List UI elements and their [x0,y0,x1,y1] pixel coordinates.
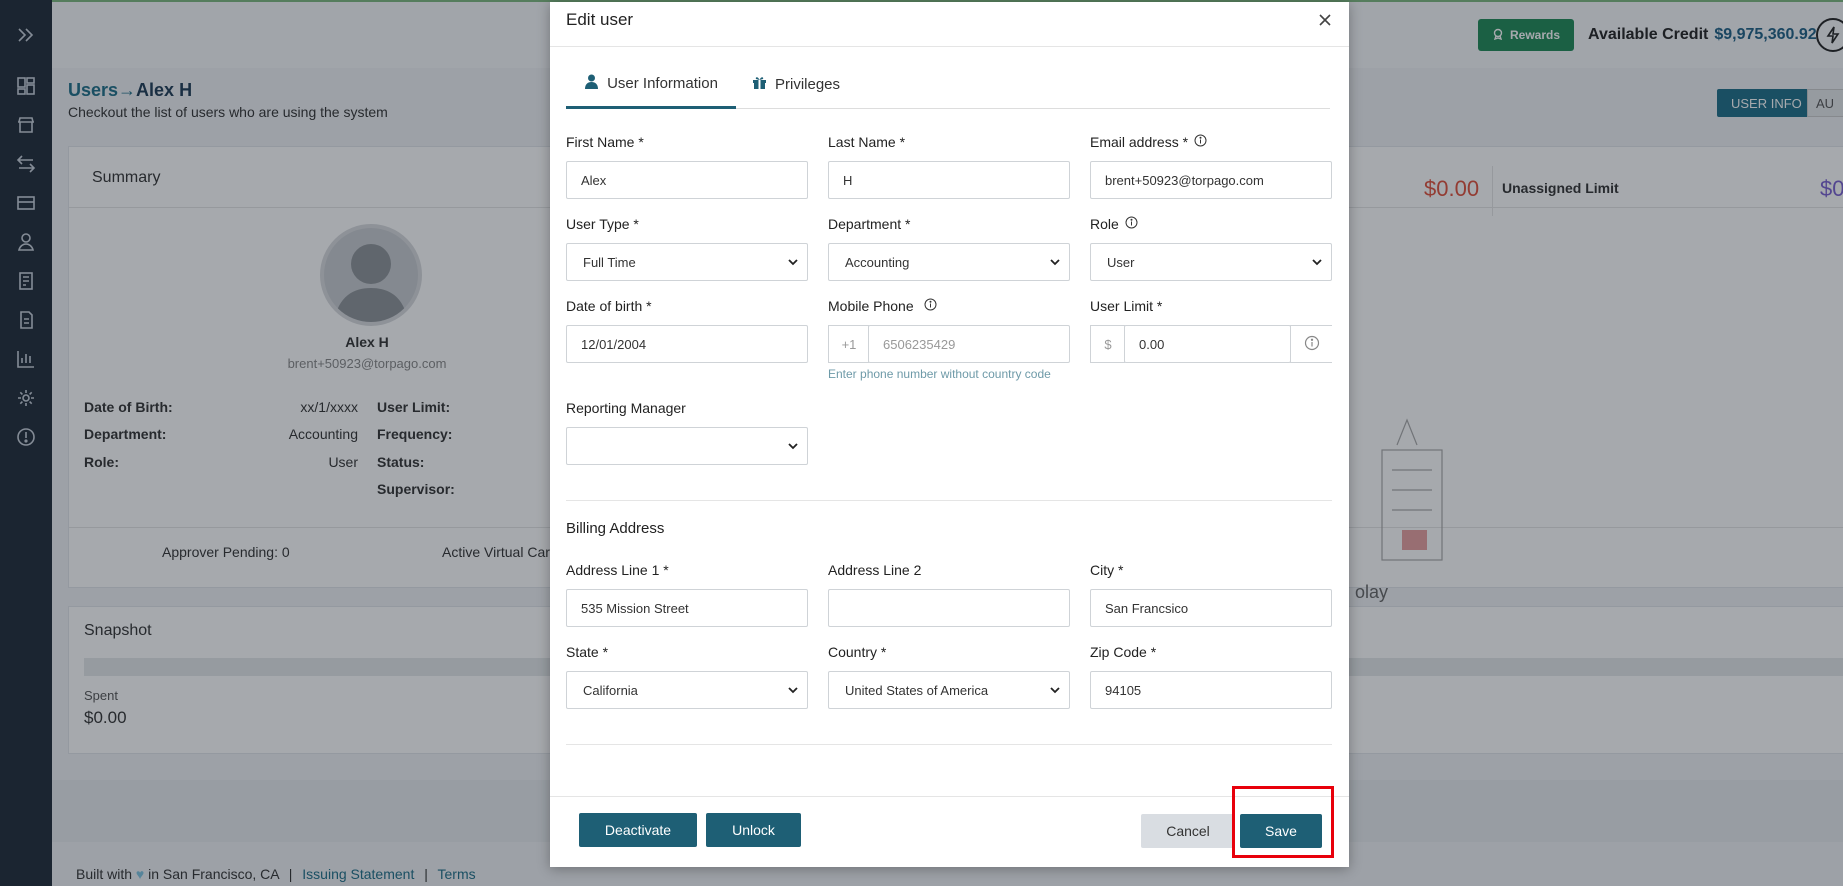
modal-title: Edit user [566,10,634,29]
country-value: United States of America [845,682,989,698]
divider [566,744,1332,745]
address2-input[interactable] [828,589,1070,627]
mobile-phone-input[interactable] [868,325,1070,363]
state-label-text: State * [566,644,609,660]
gift-icon [752,75,767,94]
role-value: User [1107,254,1135,270]
user-type-label-text: User Type * [566,216,639,232]
modal-footer-divider [550,796,1349,797]
chevron-down-icon [1311,256,1323,271]
user-type-select[interactable]: Full Time [566,243,808,281]
department-label: Department * [828,216,910,232]
chevron-down-icon [1049,256,1061,271]
tab-privileges-label: Privileges [775,75,841,93]
role-label: Role [1090,216,1138,232]
user-type-value: Full Time [583,254,636,270]
mobile-phone-label: Mobile Phone [828,298,937,314]
address1-label: Address Line 1 * [566,562,669,578]
chevron-down-icon [787,684,799,699]
mobile-phone-hint: Enter phone number without country code [828,367,1051,381]
department-value: Accounting [845,254,910,270]
tab-user-information[interactable]: User Information [566,60,736,109]
first-name-input[interactable] [566,161,808,199]
user-type-label: User Type * [566,216,639,232]
edit-user-modal: Edit user User Information Privileges Fi… [550,2,1349,867]
country-code-prefix: +1 [828,325,869,363]
last-name-input[interactable] [828,161,1070,199]
zip-label-text: Zip Code * [1090,644,1157,660]
address1-label-text: Address Line 1 * [566,562,669,578]
mobile-phone-label-text: Mobile Phone [828,298,914,314]
cancel-button[interactable]: Cancel [1141,814,1235,848]
last-name-label: Last Name * [828,134,905,150]
address2-label: Address Line 2 [828,562,921,578]
user-icon [584,74,599,93]
deactivate-button[interactable]: Deactivate [579,813,697,847]
zip-label: Zip Code * [1090,644,1156,660]
currency-prefix: $ [1090,325,1125,363]
email-input[interactable] [1090,161,1332,199]
modal-header: Edit user [550,2,1349,47]
user-limit-label: User Limit * [1090,298,1162,314]
state-select[interactable]: California [566,671,808,709]
role-select[interactable]: User [1090,243,1332,281]
country-select[interactable]: United States of America [828,671,1070,709]
modal-tabs: User Information Privileges [566,60,1330,109]
reporting-manager-label: Reporting Manager [566,400,686,416]
city-label-text: City * [1090,562,1124,578]
tab-privileges[interactable]: Privileges [752,60,840,108]
dob-input[interactable] [566,325,808,363]
close-icon [1313,14,1337,35]
last-name-label-text: Last Name * [828,134,906,150]
country-label: Country * [828,644,886,660]
department-label-text: Department * [828,216,911,232]
department-select[interactable]: Accounting [828,243,1070,281]
zip-input[interactable] [1090,671,1332,709]
role-label-text: Role [1090,216,1119,232]
first-name-label: First Name * [566,134,644,150]
divider [566,500,1332,501]
chevron-down-icon [787,256,799,271]
save-highlight-annotation [1232,786,1334,858]
chevron-down-icon [787,440,799,455]
email-label-text: Email address * [1090,134,1189,150]
state-label: State * [566,644,608,660]
info-icon [1304,335,1320,354]
user-limit-input[interactable] [1124,325,1291,363]
close-button[interactable] [1313,8,1337,32]
email-label: Email address * [1090,134,1207,150]
address1-input[interactable] [566,589,808,627]
first-name-label-text: First Name * [566,134,644,150]
info-icon[interactable] [1125,216,1138,232]
tab-user-information-label: User Information [607,74,718,92]
reporting-manager-label-text: Reporting Manager [566,400,686,416]
dob-label: Date of birth * [566,298,652,314]
info-icon[interactable] [1194,134,1207,150]
state-value: California [583,682,638,698]
chevron-down-icon [1049,684,1061,699]
country-label-text: Country * [828,644,887,660]
info-icon[interactable] [924,298,937,314]
reporting-manager-select[interactable] [566,427,808,465]
unlock-button[interactable]: Unlock [706,813,801,847]
user-limit-label-text: User Limit * [1090,298,1163,314]
dob-label-text: Date of birth * [566,298,652,314]
address2-label-text: Address Line 2 [828,562,922,578]
billing-address-title: Billing Address [566,520,665,537]
city-input[interactable] [1090,589,1332,627]
user-limit-info-button[interactable] [1290,325,1332,363]
city-label: City * [1090,562,1123,578]
